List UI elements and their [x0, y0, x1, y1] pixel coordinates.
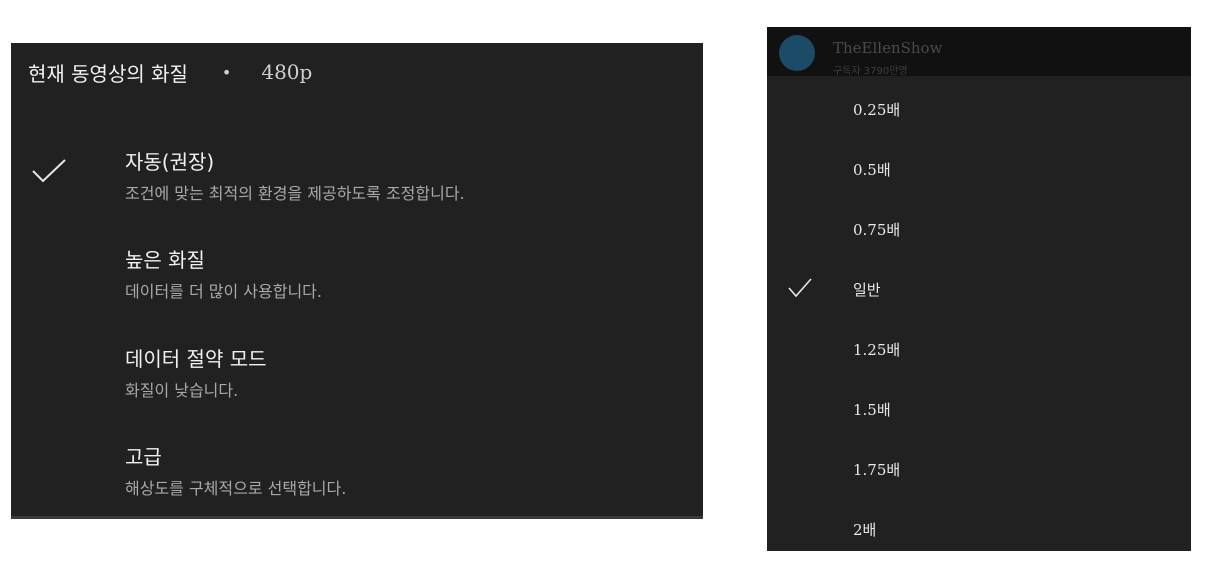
speed-option-label: 1.25배: [853, 341, 901, 359]
check-icon: [788, 278, 812, 298]
quality-option-description: 화질이 낮습니다.: [125, 381, 239, 400]
check-icon: [32, 159, 66, 183]
quality-option-advanced[interactable]: 고급 해상도를 구체적으로 선택합니다.: [11, 441, 703, 511]
subscriber-count: 구독자 3790만명: [833, 66, 908, 77]
quality-option-title: 데이터 절약 모드: [125, 347, 267, 371]
speed-option[interactable]: 1.75배: [767, 449, 1191, 489]
quality-option-title: 고급: [125, 445, 162, 469]
quality-option-description: 해상도를 구체적으로 선택합니다.: [125, 479, 347, 498]
quality-menu: 현재 동영상의 화질 • 480p 자동(권장) 조건에 맞는 최적의 환경을 …: [11, 43, 703, 519]
quality-option-description: 조건에 맞는 최적의 환경을 제공하도록 조정합니다.: [125, 184, 465, 203]
quality-option-auto[interactable]: 자동(권장) 조건에 맞는 최적의 환경을 제공하도록 조정합니다.: [11, 146, 703, 216]
speed-option-label: 0.75배: [853, 221, 901, 239]
quality-option-title: 자동(권장): [125, 150, 215, 174]
quality-option-description: 데이터를 더 많이 사용합니다.: [125, 282, 322, 301]
speed-option[interactable]: 0.75배: [767, 209, 1191, 249]
speed-option-label: 일반: [853, 281, 881, 299]
speed-option-label: 1.75배: [853, 461, 901, 479]
speed-option-label: 0.25배: [853, 101, 901, 119]
quality-option-title: 높은 화질: [125, 248, 205, 272]
speed-option-label: 2배: [853, 521, 877, 539]
speed-option[interactable]: 0.5배: [767, 149, 1191, 189]
speed-option-label: 0.5배: [853, 161, 891, 179]
header-separator: •: [221, 62, 232, 82]
quality-option-data-saver[interactable]: 데이터 절약 모드 화질이 낮습니다.: [11, 343, 703, 413]
quality-option-high[interactable]: 높은 화질 데이터를 더 많이 사용합니다.: [11, 244, 703, 314]
playback-speed-menu: TheEllenShow 구독자 3790만명 0.25배 0.5배 0.75배…: [767, 27, 1191, 551]
speed-option-normal[interactable]: 일반: [767, 269, 1191, 309]
channel-avatar[interactable]: [779, 35, 815, 71]
speed-option[interactable]: 0.25배: [767, 89, 1191, 129]
speed-option[interactable]: 1.25배: [767, 329, 1191, 369]
channel-name[interactable]: TheEllenShow: [833, 39, 942, 57]
current-resolution: 480p: [261, 60, 313, 84]
quality-header: 현재 동영상의 화질 • 480p: [28, 58, 312, 86]
speed-option[interactable]: 2배: [767, 509, 1191, 549]
quality-header-title: 현재 동영상의 화질: [28, 61, 188, 86]
channel-bar: TheEllenShow 구독자 3790만명: [767, 27, 1191, 77]
speed-option-label: 1.5배: [853, 401, 891, 419]
speed-option[interactable]: 1.5배: [767, 389, 1191, 429]
